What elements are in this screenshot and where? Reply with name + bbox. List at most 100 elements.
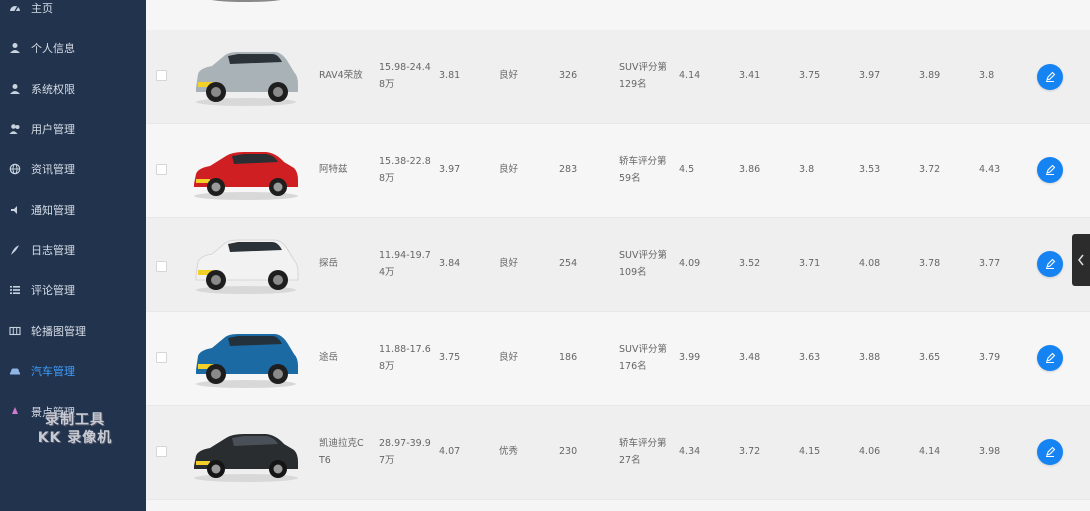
sidebar-item-profile[interactable]: 个人信息 [0, 33, 146, 63]
edit-button[interactable] [1037, 439, 1063, 465]
sidebar-item-carousel[interactable]: 轮播图管理 [0, 316, 146, 346]
sub-score: 3.98 [979, 446, 1001, 457]
list-icon [8, 283, 22, 297]
sidebar-item-label: 资讯管理 [31, 163, 75, 176]
sidebar-item-home[interactable]: 主页 [0, 0, 146, 23]
edit-icon [1046, 352, 1056, 363]
car-score: 3.81 [439, 70, 461, 81]
users-icon [8, 122, 22, 136]
car-rank: 27名 [619, 455, 641, 466]
car-rating: 良好 [499, 352, 519, 363]
sub-score: 4.43 [979, 164, 1001, 175]
sub-score: 4.06 [859, 446, 881, 457]
car-price: 8万 [379, 79, 395, 90]
sub-score: 3.8 [799, 164, 815, 175]
car-image [194, 434, 298, 482]
collapse-handle[interactable] [1072, 234, 1090, 286]
sub-score: 4.34 [679, 446, 701, 457]
sidebar-item-label: 通知管理 [31, 204, 75, 217]
sidebar-item-label: 个人信息 [31, 42, 75, 55]
sidebar-item-label: 汽车管理 [31, 365, 75, 378]
sub-score: 3.41 [739, 70, 761, 81]
car-rating: 良好 [499, 70, 519, 81]
chevron-left-icon [1078, 254, 1084, 266]
row-checkbox[interactable] [156, 446, 167, 457]
edit-button[interactable] [1037, 157, 1063, 183]
user-icon [8, 41, 22, 55]
watermark-line2: KK 录像机 [37, 430, 113, 446]
row-checkbox[interactable] [156, 261, 167, 272]
sidebar-item-logs[interactable]: 日志管理 [0, 235, 146, 265]
sidebar-item-label: 评论管理 [31, 284, 75, 297]
car-rank: SUV评分第 [619, 62, 667, 73]
review-count: 326 [559, 70, 578, 81]
sidebar-item-notifications[interactable]: 通知管理 [0, 195, 146, 225]
car-price: 8万 [379, 173, 395, 184]
sub-score: 3.88 [859, 352, 881, 363]
sub-score: 3.78 [919, 258, 941, 269]
car-rank: 59名 [619, 173, 641, 184]
car-rank: SUV评分第 [619, 250, 667, 261]
review-count: 230 [559, 446, 578, 457]
car-name: 阿特兹 [319, 164, 348, 175]
table-row[interactable]: 阿特兹 15.38-22.8 8万 3.97 良好 283 轿车评分第 59名 … [146, 124, 1090, 218]
sub-score: 3.99 [679, 352, 701, 363]
sub-score: 3.8 [979, 70, 995, 81]
car-score: 4.07 [439, 446, 461, 457]
sidebar-item-comments[interactable]: 评论管理 [0, 275, 146, 305]
sub-score: 4.14 [679, 70, 701, 81]
row-checkbox[interactable] [156, 164, 167, 175]
table-row[interactable]: 凯迪拉克C T6 28.97-39.9 7万 4.07 优秀 230 轿车评分第… [146, 406, 1090, 500]
sub-score: 3.77 [979, 258, 1001, 269]
sidebar-item-users[interactable]: 用户管理 [0, 114, 146, 144]
car-rank: 轿车评分第 [619, 156, 667, 167]
sub-score: 4.5 [679, 164, 695, 175]
sub-score: 3.72 [919, 164, 941, 175]
car-price: 8万 [379, 361, 395, 372]
watermark-line1: 录制工具 [45, 412, 105, 428]
car-image [196, 334, 298, 388]
edit-button[interactable] [1037, 64, 1063, 90]
sidebar-item-cars[interactable]: 汽车管理 [0, 356, 146, 386]
table-row[interactable]: 途岳 11.88-17.6 8万 3.75 良好 186 SUV评分第 176名… [146, 312, 1090, 406]
image-icon [8, 324, 22, 338]
row-checkbox[interactable] [156, 352, 167, 363]
edit-button[interactable] [1037, 251, 1063, 277]
car-price: 28.97-39.9 [379, 438, 431, 449]
sub-score: 3.89 [919, 70, 941, 81]
car-icon [8, 364, 22, 378]
table-row[interactable]: RAV4荣放 15.98-24.4 8万 3.81 良好 326 SUV评分第 … [146, 30, 1090, 124]
sub-score: 4.15 [799, 446, 821, 457]
sidebar-item-permissions[interactable]: 系统权限 [0, 74, 146, 104]
sub-score: 3.65 [919, 352, 941, 363]
car-rating: 优秀 [499, 446, 519, 457]
car-name: T6 [319, 455, 331, 466]
table-row[interactable]: 探岳 11.94-19.7 4万 3.84 良好 254 SUV评分第 109名… [146, 218, 1090, 312]
car-name: 凯迪拉克C [319, 438, 364, 449]
user-key-icon [8, 82, 22, 96]
edit-button[interactable] [1037, 345, 1063, 371]
car-price: 11.88-17.6 [379, 344, 431, 355]
sidebar-item-label: 轮播图管理 [31, 325, 86, 338]
sub-score: 3.79 [979, 352, 1001, 363]
sidebar-item-news[interactable]: 资讯管理 [0, 154, 146, 184]
review-count: 283 [559, 164, 578, 175]
car-rating: 良好 [499, 258, 519, 269]
bell-icon [8, 203, 22, 217]
car-image [196, 52, 298, 106]
car-score: 3.97 [439, 164, 461, 175]
review-count: 254 [559, 258, 578, 269]
car-rank: 176名 [619, 361, 647, 372]
row-checkbox[interactable] [156, 70, 167, 81]
car-price: 15.38-22.8 [379, 156, 431, 167]
sub-score: 3.75 [799, 70, 821, 81]
sub-score: 3.52 [739, 258, 761, 269]
car-rating: 良好 [499, 164, 519, 175]
car-price: 7万 [379, 455, 395, 466]
sub-score: 3.63 [799, 352, 821, 363]
sub-score: 3.71 [799, 258, 821, 269]
sub-score: 4.14 [919, 446, 941, 457]
car-image [194, 152, 298, 200]
sidebar-item-label: 日志管理 [31, 244, 75, 257]
car-name: RAV4荣放 [319, 70, 363, 81]
